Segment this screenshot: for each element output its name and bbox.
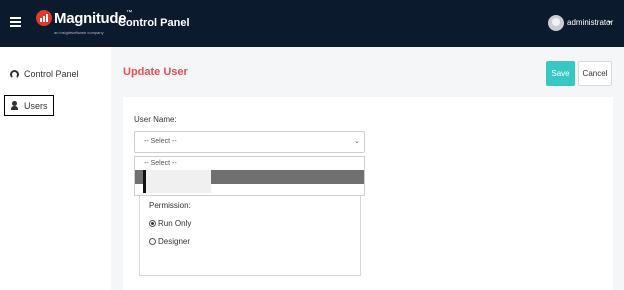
permission-run-only[interactable]: Run Only: [149, 219, 191, 228]
user-form-card: User Name: -- Select -- ⌄ -- Select -- P…: [123, 97, 613, 290]
permission-group: Permission: Run Only Designer: [139, 196, 361, 276]
top-bar: Magnitude™ an insightsoftware company Co…: [0, 0, 624, 47]
user-name-select[interactable]: -- Select -- ⌄: [134, 131, 365, 153]
user-icon: [10, 101, 19, 110]
radio-button[interactable]: [149, 238, 156, 245]
page-title: Update User: [123, 66, 188, 78]
magnitude-logo-icon: [36, 10, 52, 26]
chevron-down-icon: ⌄: [354, 138, 360, 145]
radio-label: Run Only: [158, 219, 192, 228]
gauge-icon: [10, 69, 19, 79]
permission-label: Permission:: [149, 201, 191, 210]
radio-button-checked[interactable]: [149, 220, 156, 227]
app-title: Control Panel: [118, 17, 190, 29]
brand-subtitle: an insightsoftware company: [54, 30, 104, 35]
permission-designer[interactable]: Designer: [149, 237, 190, 246]
radio-label: Designer: [158, 237, 191, 246]
user-name-label: User Name:: [134, 115, 177, 124]
cancel-button[interactable]: Cancel: [578, 61, 612, 86]
sidebar: Control Panel Users: [0, 47, 111, 290]
user-menu-label[interactable]: administrator: [567, 18, 613, 27]
save-button[interactable]: Save: [546, 61, 575, 86]
select-value: -- Select --: [144, 138, 177, 145]
avatar[interactable]: [548, 15, 564, 31]
menu-icon[interactable]: [10, 17, 21, 27]
user-dropdown-list[interactable]: -- Select --: [134, 156, 365, 196]
sidebar-item-control-panel[interactable]: Control Panel: [10, 69, 79, 79]
sidebar-item-users[interactable]: Users: [4, 95, 54, 116]
sidebar-item-label: Users: [24, 100, 48, 111]
dropdown-option[interactable]: -- Select --: [144, 160, 177, 167]
chevron-down-icon[interactable]: ▾: [608, 19, 611, 26]
redacted-area: [143, 170, 211, 193]
sidebar-item-label: Control Panel: [24, 69, 79, 79]
